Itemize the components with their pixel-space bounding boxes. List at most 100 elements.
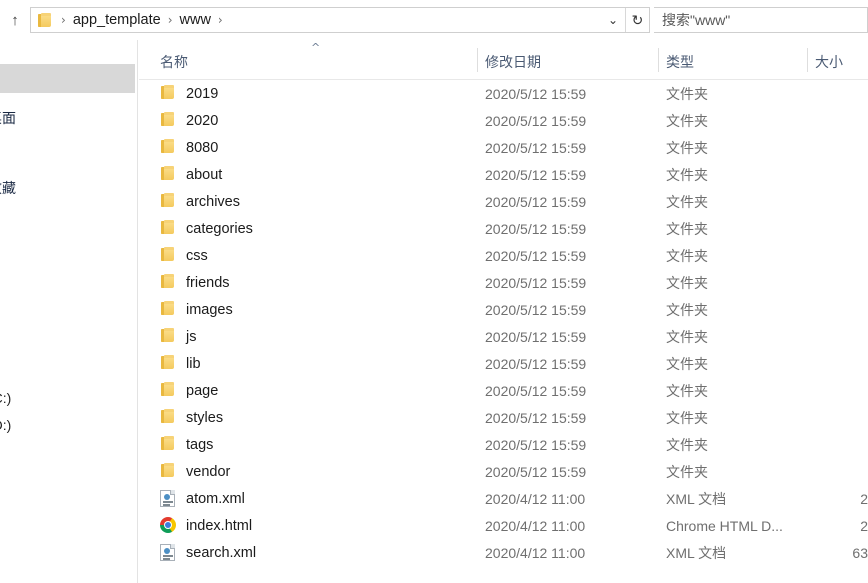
file-list-row[interactable]: 2019 2020/5/12 15:59 文件夹: [139, 80, 868, 107]
file-date-modified: 2020/5/12 15:59: [485, 355, 587, 372]
file-name[interactable]: images: [186, 302, 233, 318]
file-type: 文件夹: [666, 436, 708, 453]
file-type: 文件夹: [666, 112, 708, 129]
file-date-modified: 2020/5/12 15:59: [485, 436, 587, 453]
file-list-row[interactable]: index.html 2020/4/12 11:00 Chrome HTML D..…: [139, 512, 868, 539]
file-list-row[interactable]: atom.xml 2020/4/12 11:00 XML 文档 2: [139, 485, 868, 512]
column-header-type[interactable]: 类型: [666, 52, 694, 72]
file-name[interactable]: page: [186, 383, 218, 399]
file-date-modified: 2020/4/12 11:00: [485, 544, 586, 561]
file-size: 2: [860, 490, 868, 507]
refresh-icon[interactable]: ↻: [625, 8, 649, 32]
file-list-row[interactable]: about 2020/5/12 15:59 文件夹: [139, 161, 868, 188]
file-name[interactable]: 2020: [186, 113, 218, 129]
file-name[interactable]: 8080: [186, 140, 218, 156]
file-date-modified: 2020/5/12 15:59: [485, 220, 587, 237]
breadcrumb: › app_template › www ›: [56, 12, 228, 28]
file-name[interactable]: about: [186, 167, 222, 183]
file-list-row[interactable]: css 2020/5/12 15:59 文件夹: [139, 242, 868, 269]
file-date-modified: 2020/5/12 15:59: [485, 328, 587, 345]
file-list-row[interactable]: categories 2020/5/12 15:59 文件夹: [139, 215, 868, 242]
column-divider[interactable]: [477, 48, 478, 72]
file-date-modified: 2020/5/12 15:59: [485, 247, 587, 264]
folder-icon: [160, 193, 177, 210]
column-divider[interactable]: [658, 48, 659, 72]
folder-icon: [160, 166, 177, 183]
folder-icon: [160, 112, 177, 129]
folder-icon: [160, 85, 177, 102]
file-name[interactable]: lib: [186, 356, 201, 372]
file-type: 文件夹: [666, 139, 708, 156]
file-type: Chrome HTML D...: [666, 517, 783, 534]
file-type: 文件夹: [666, 85, 708, 102]
up-one-level-button[interactable]: ↑: [0, 0, 30, 40]
chevron-down-icon[interactable]: ⌄: [601, 8, 625, 32]
folder-icon: [160, 220, 177, 237]
file-date-modified: 2020/5/12 15:59: [485, 193, 587, 210]
file-list-row[interactable]: js 2020/5/12 15:59 文件夹: [139, 323, 868, 350]
file-date-modified: 2020/5/12 15:59: [485, 382, 587, 399]
file-size: 63: [852, 544, 868, 561]
breadcrumb-item-www[interactable]: www: [178, 12, 213, 28]
file-list-row[interactable]: page 2020/5/12 15:59 文件夹: [139, 377, 868, 404]
file-date-modified: 2020/5/12 15:59: [485, 301, 587, 318]
file-size: 2: [860, 517, 868, 534]
file-name[interactable]: atom.xml: [186, 491, 245, 507]
file-name[interactable]: css: [186, 248, 208, 264]
file-type: XML 文档: [666, 544, 727, 561]
search-input[interactable]: 搜索"www": [654, 7, 868, 33]
address-bar-controls: ⌄ ↻: [601, 8, 649, 32]
sidebar-selected-item[interactable]: [0, 64, 135, 93]
chrome-icon: [160, 517, 177, 534]
sidebar-item[interactable]: (C:): [0, 390, 11, 406]
file-list-row[interactable]: vendor 2020/5/12 15:59 文件夹: [139, 458, 868, 485]
column-header-name[interactable]: 名称: [160, 52, 188, 72]
file-list-row[interactable]: images 2020/5/12 15:59 文件夹: [139, 296, 868, 323]
file-date-modified: 2020/5/12 15:59: [485, 166, 587, 183]
column-header-row: ^ 名称 修改日期 类型 大小: [139, 40, 868, 80]
file-list-row[interactable]: styles 2020/5/12 15:59 文件夹: [139, 404, 868, 431]
file-list-row[interactable]: tags 2020/5/12 15:59 文件夹: [139, 431, 868, 458]
breadcrumb-separator: ›: [61, 13, 66, 27]
file-name[interactable]: tags: [186, 437, 213, 453]
address-bar[interactable]: › app_template › www › ⌄ ↻: [30, 7, 650, 33]
address-toolbar: ↑ › app_template › www › ⌄ ↻ 搜索"www": [0, 0, 868, 40]
file-list-pane: ^ 名称 修改日期 类型 大小 2019 2020/5/12 15:59 文件夹 20…: [139, 40, 868, 583]
sidebar-item[interactable]: (D:): [0, 417, 11, 433]
file-rows: 2019 2020/5/12 15:59 文件夹 2020 2020/5/12 15:5…: [139, 80, 868, 566]
folder-icon: [160, 436, 177, 453]
file-date-modified: 2020/5/12 15:59: [485, 139, 587, 156]
file-type: 文件夹: [666, 409, 708, 426]
breadcrumb-separator: ›: [167, 13, 173, 27]
column-header-date-modified[interactable]: 修改日期: [485, 52, 541, 72]
file-list-row[interactable]: search.xml 2020/4/12 11:00 XML 文档 63: [139, 539, 868, 566]
file-list-row[interactable]: friends 2020/5/12 15:59 文件夹: [139, 269, 868, 296]
file-name[interactable]: search.xml: [186, 545, 256, 561]
file-name[interactable]: 2019: [186, 86, 218, 102]
file-name[interactable]: js: [186, 329, 196, 345]
file-date-modified: 2020/5/12 15:59: [485, 463, 587, 480]
file-list-row[interactable]: 8080 2020/5/12 15:59 文件夹: [139, 134, 868, 161]
file-date-modified: 2020/4/12 11:00: [485, 490, 586, 507]
file-name[interactable]: index.html: [186, 518, 252, 534]
up-arrow-icon: ↑: [11, 11, 19, 29]
file-name[interactable]: friends: [186, 275, 230, 291]
sidebar-item[interactable]: 桌面: [0, 108, 16, 128]
file-list-row[interactable]: archives 2020/5/12 15:59 文件夹: [139, 188, 868, 215]
file-date-modified: 2020/5/12 15:59: [485, 409, 587, 426]
column-header-size[interactable]: 大小: [815, 52, 843, 72]
breadcrumb-item-app-template[interactable]: app_template: [71, 12, 163, 28]
file-name[interactable]: styles: [186, 410, 223, 426]
file-name[interactable]: archives: [186, 194, 240, 210]
sidebar-item[interactable]: 收藏: [0, 178, 16, 198]
folder-icon: [160, 247, 177, 264]
file-type: 文件夹: [666, 301, 708, 318]
file-list-row[interactable]: lib 2020/5/12 15:59 文件夹: [139, 350, 868, 377]
file-date-modified: 2020/5/12 15:59: [485, 112, 587, 129]
file-type: XML 文档: [666, 490, 727, 507]
column-divider[interactable]: [807, 48, 808, 72]
file-type: 文件夹: [666, 355, 708, 372]
file-name[interactable]: categories: [186, 221, 253, 237]
file-list-row[interactable]: 2020 2020/5/12 15:59 文件夹: [139, 107, 868, 134]
file-name[interactable]: vendor: [186, 464, 230, 480]
